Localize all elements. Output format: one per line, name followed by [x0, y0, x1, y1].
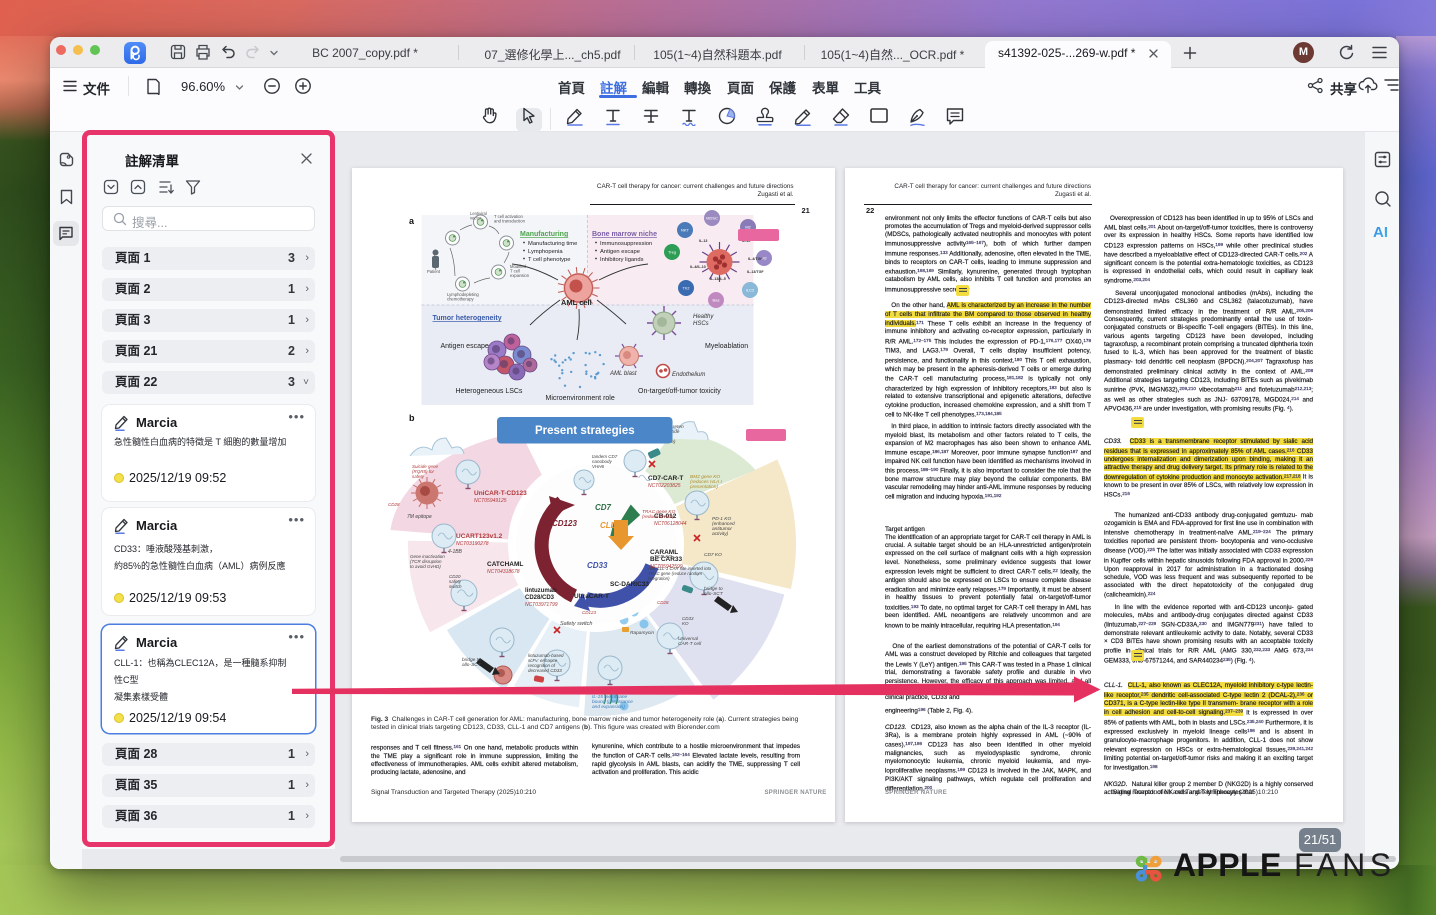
svg-text:NCT06128044: NCT06128044: [654, 521, 687, 527]
svg-text:Inhibitory ligands: Inhibitory ligands: [600, 257, 644, 263]
svg-text:vector: vector: [470, 216, 482, 221]
svg-text:KO: KO: [682, 621, 689, 626]
svg-text:CD123: CD123: [582, 610, 597, 615]
svg-text:CATCHAML: CATCHAML: [487, 561, 523, 568]
svg-text:Tumor heterogeneity: Tumor heterogeneity: [432, 315, 501, 322]
svg-text:Present strategies: Present strategies: [534, 425, 634, 437]
svg-text:AML cell: AML cell: [561, 298, 592, 307]
svg-text:CD28: CD28: [657, 600, 669, 605]
svg-text:UltraCAR-T: UltraCAR-T: [574, 593, 609, 600]
svg-text:CD28: CD28: [388, 502, 400, 507]
svg-text:UCART123v1.2: UCART123v1.2: [456, 533, 503, 540]
svg-text:Myeloablation: Myeloablation: [705, 343, 748, 350]
svg-text:Lymphopenia: Lymphopenia: [528, 249, 563, 255]
svg-text:safety: safety: [412, 474, 425, 479]
svg-text:Th2: Th2: [682, 286, 690, 291]
svg-text:activity): activity): [712, 531, 729, 537]
svg-text:TCR KO: TCR KO: [654, 554, 672, 560]
svg-text:7M epitope: 7M epitope: [407, 514, 432, 520]
svg-text:NCT02203825: NCT02203825: [648, 483, 681, 489]
svg-text:IL-4/TGF: IL-4/TGF: [748, 257, 763, 261]
svg-text:NCT03190278: NCT03190278: [456, 541, 489, 547]
svg-text:Endothelium: Endothelium: [672, 372, 705, 378]
svg-text:Manufacturing: Manufacturing: [520, 231, 568, 238]
svg-text:Immunosuppression: Immunosuppression: [600, 241, 652, 247]
svg-text:On-target/off-tumor toxicity: On-target/off-tumor toxicity: [638, 388, 721, 395]
svg-text:4-1BB: 4-1BB: [448, 549, 463, 555]
svg-text:expansion: expansion: [510, 273, 530, 278]
svg-text:Healthy: Healthy: [693, 314, 714, 320]
svg-text:switch: switch: [449, 584, 462, 589]
svg-text:a: a: [409, 216, 415, 226]
svg-text:AML blast: AML blast: [609, 371, 637, 377]
svg-text:Treg: Treg: [667, 250, 675, 255]
svg-text:CAR-T cell: CAR-T cell: [678, 641, 702, 647]
svg-text:CD7: CD7: [595, 503, 612, 512]
svg-text:NKT: NKT: [681, 228, 690, 233]
svg-text:NCT05949125: NCT05949125: [474, 498, 507, 504]
svg-text:IL-13: IL-13: [699, 239, 707, 243]
svg-text:CD7-CAR-T: CD7-CAR-T: [648, 475, 683, 482]
svg-text:decreased CD33: decreased CD33: [528, 668, 562, 673]
svg-text:SC-DARIC33: SC-DARIC33: [610, 581, 649, 588]
svg-text:lintuzumab: lintuzumab: [525, 588, 557, 594]
svg-text:APPLE: APPLE: [1173, 847, 1282, 883]
svg-text:NCT03971799: NCT03971799: [525, 602, 558, 608]
svg-text:Antigen escape: Antigen escape: [600, 249, 640, 255]
svg-text:CD7 KO: CD7 KO: [704, 552, 722, 558]
svg-text:CD28/CD3: CD28/CD3: [525, 595, 555, 601]
svg-text:IL-4/IL-10: IL-4/IL-10: [690, 265, 706, 269]
svg-text:CD123: CD123: [552, 519, 577, 528]
svg-text:FANS: FANS: [1294, 847, 1396, 883]
svg-text:CLL-1: CLL-1: [600, 521, 623, 530]
svg-text:chemotherapy: chemotherapy: [447, 297, 474, 302]
svg-text:Antigen escape: Antigen escape: [440, 343, 488, 350]
svg-text:IL-13/IL-5: IL-13/IL-5: [710, 277, 726, 281]
svg-text:b: b: [409, 413, 415, 423]
svg-text:presentation): presentation): [689, 484, 718, 490]
svg-text:T cell phenotype: T cell phenotype: [528, 257, 570, 263]
svg-text:NCT04318678: NCT04318678: [487, 569, 520, 575]
svg-text:allo-SCT: allo-SCT: [704, 591, 724, 597]
svg-text:to avoid GvHD): to avoid GvHD): [410, 564, 441, 569]
svg-text:Rapamycin: Rapamycin: [630, 630, 654, 636]
svg-text:Patient: Patient: [427, 269, 441, 274]
svg-text:integration): integration): [648, 576, 670, 581]
svg-text:and transduction: and transduction: [494, 219, 526, 224]
svg-text:Safety switch: Safety switch: [560, 621, 592, 627]
svg-text:Bone marrow niche: Bone marrow niche: [592, 231, 657, 238]
svg-text:allo-SCT: allo-SCT: [462, 662, 482, 668]
svg-text:Bas: Bas: [712, 298, 719, 303]
svg-text:ILC2: ILC2: [745, 288, 754, 293]
svg-text:VHH6: VHH6: [592, 464, 605, 469]
svg-text:UniCAR-T-CD123: UniCAR-T-CD123: [474, 490, 527, 497]
svg-text:MDSC: MDSC: [706, 216, 718, 221]
svg-text:CD33: CD33: [587, 561, 608, 570]
svg-text:Microenvironment role: Microenvironment role: [545, 395, 614, 402]
svg-text:(reduce GvHD): (reduce GvHD): [642, 514, 675, 520]
svg-text:IL-13/TGF: IL-13/TGF: [747, 270, 764, 274]
svg-text:Heterogeneous LSCs: Heterogeneous LSCs: [455, 388, 522, 395]
svg-text:HSCs: HSCs: [693, 321, 709, 327]
svg-text:and expansion): and expansion): [592, 704, 625, 710]
svg-text:Manufacturing time: Manufacturing time: [528, 241, 577, 247]
